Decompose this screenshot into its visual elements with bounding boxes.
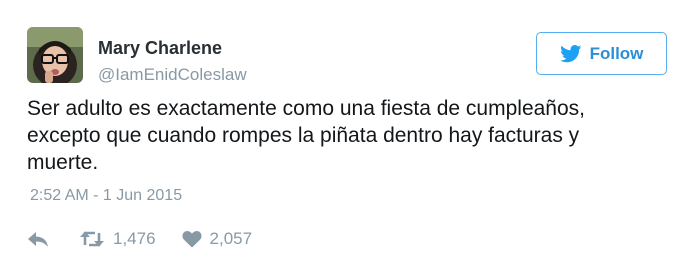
retweet-count: 1,476 [113,229,156,248]
tweet-card: Mary Charlene @IamEnidColeslaw Follow Se… [0,0,700,274]
tweet-actions: 1,476 2,057 [27,226,252,252]
retweet-icon [79,230,105,248]
like-button[interactable]: 2,057 [182,229,253,249]
follow-button[interactable]: Follow [536,32,667,75]
tweet-text: Ser adulto es exactamente como una fiest… [27,95,677,176]
follow-button-label: Follow [589,43,644,63]
user-handle[interactable]: @IamEnidColeslaw [98,64,247,86]
twitter-bird-icon [559,44,582,63]
reply-button[interactable] [27,230,49,248]
reply-icon [27,230,49,248]
tweet-timestamp[interactable]: 2:52 AM - 1 Jun 2015 [30,186,182,206]
user-name[interactable]: Mary Charlene [98,37,222,59]
retweet-button[interactable]: 1,476 [79,229,156,249]
tweet-text-line: Ser adulto es exactamente como una fiest… [27,97,585,120]
tweet-text-line: excepto que cuando rompes la piñata dent… [27,124,580,147]
like-count: 2,057 [209,229,253,248]
avatar[interactable] [27,27,83,83]
tweet-text-line: muerte. [27,151,99,174]
heart-icon [182,230,202,248]
